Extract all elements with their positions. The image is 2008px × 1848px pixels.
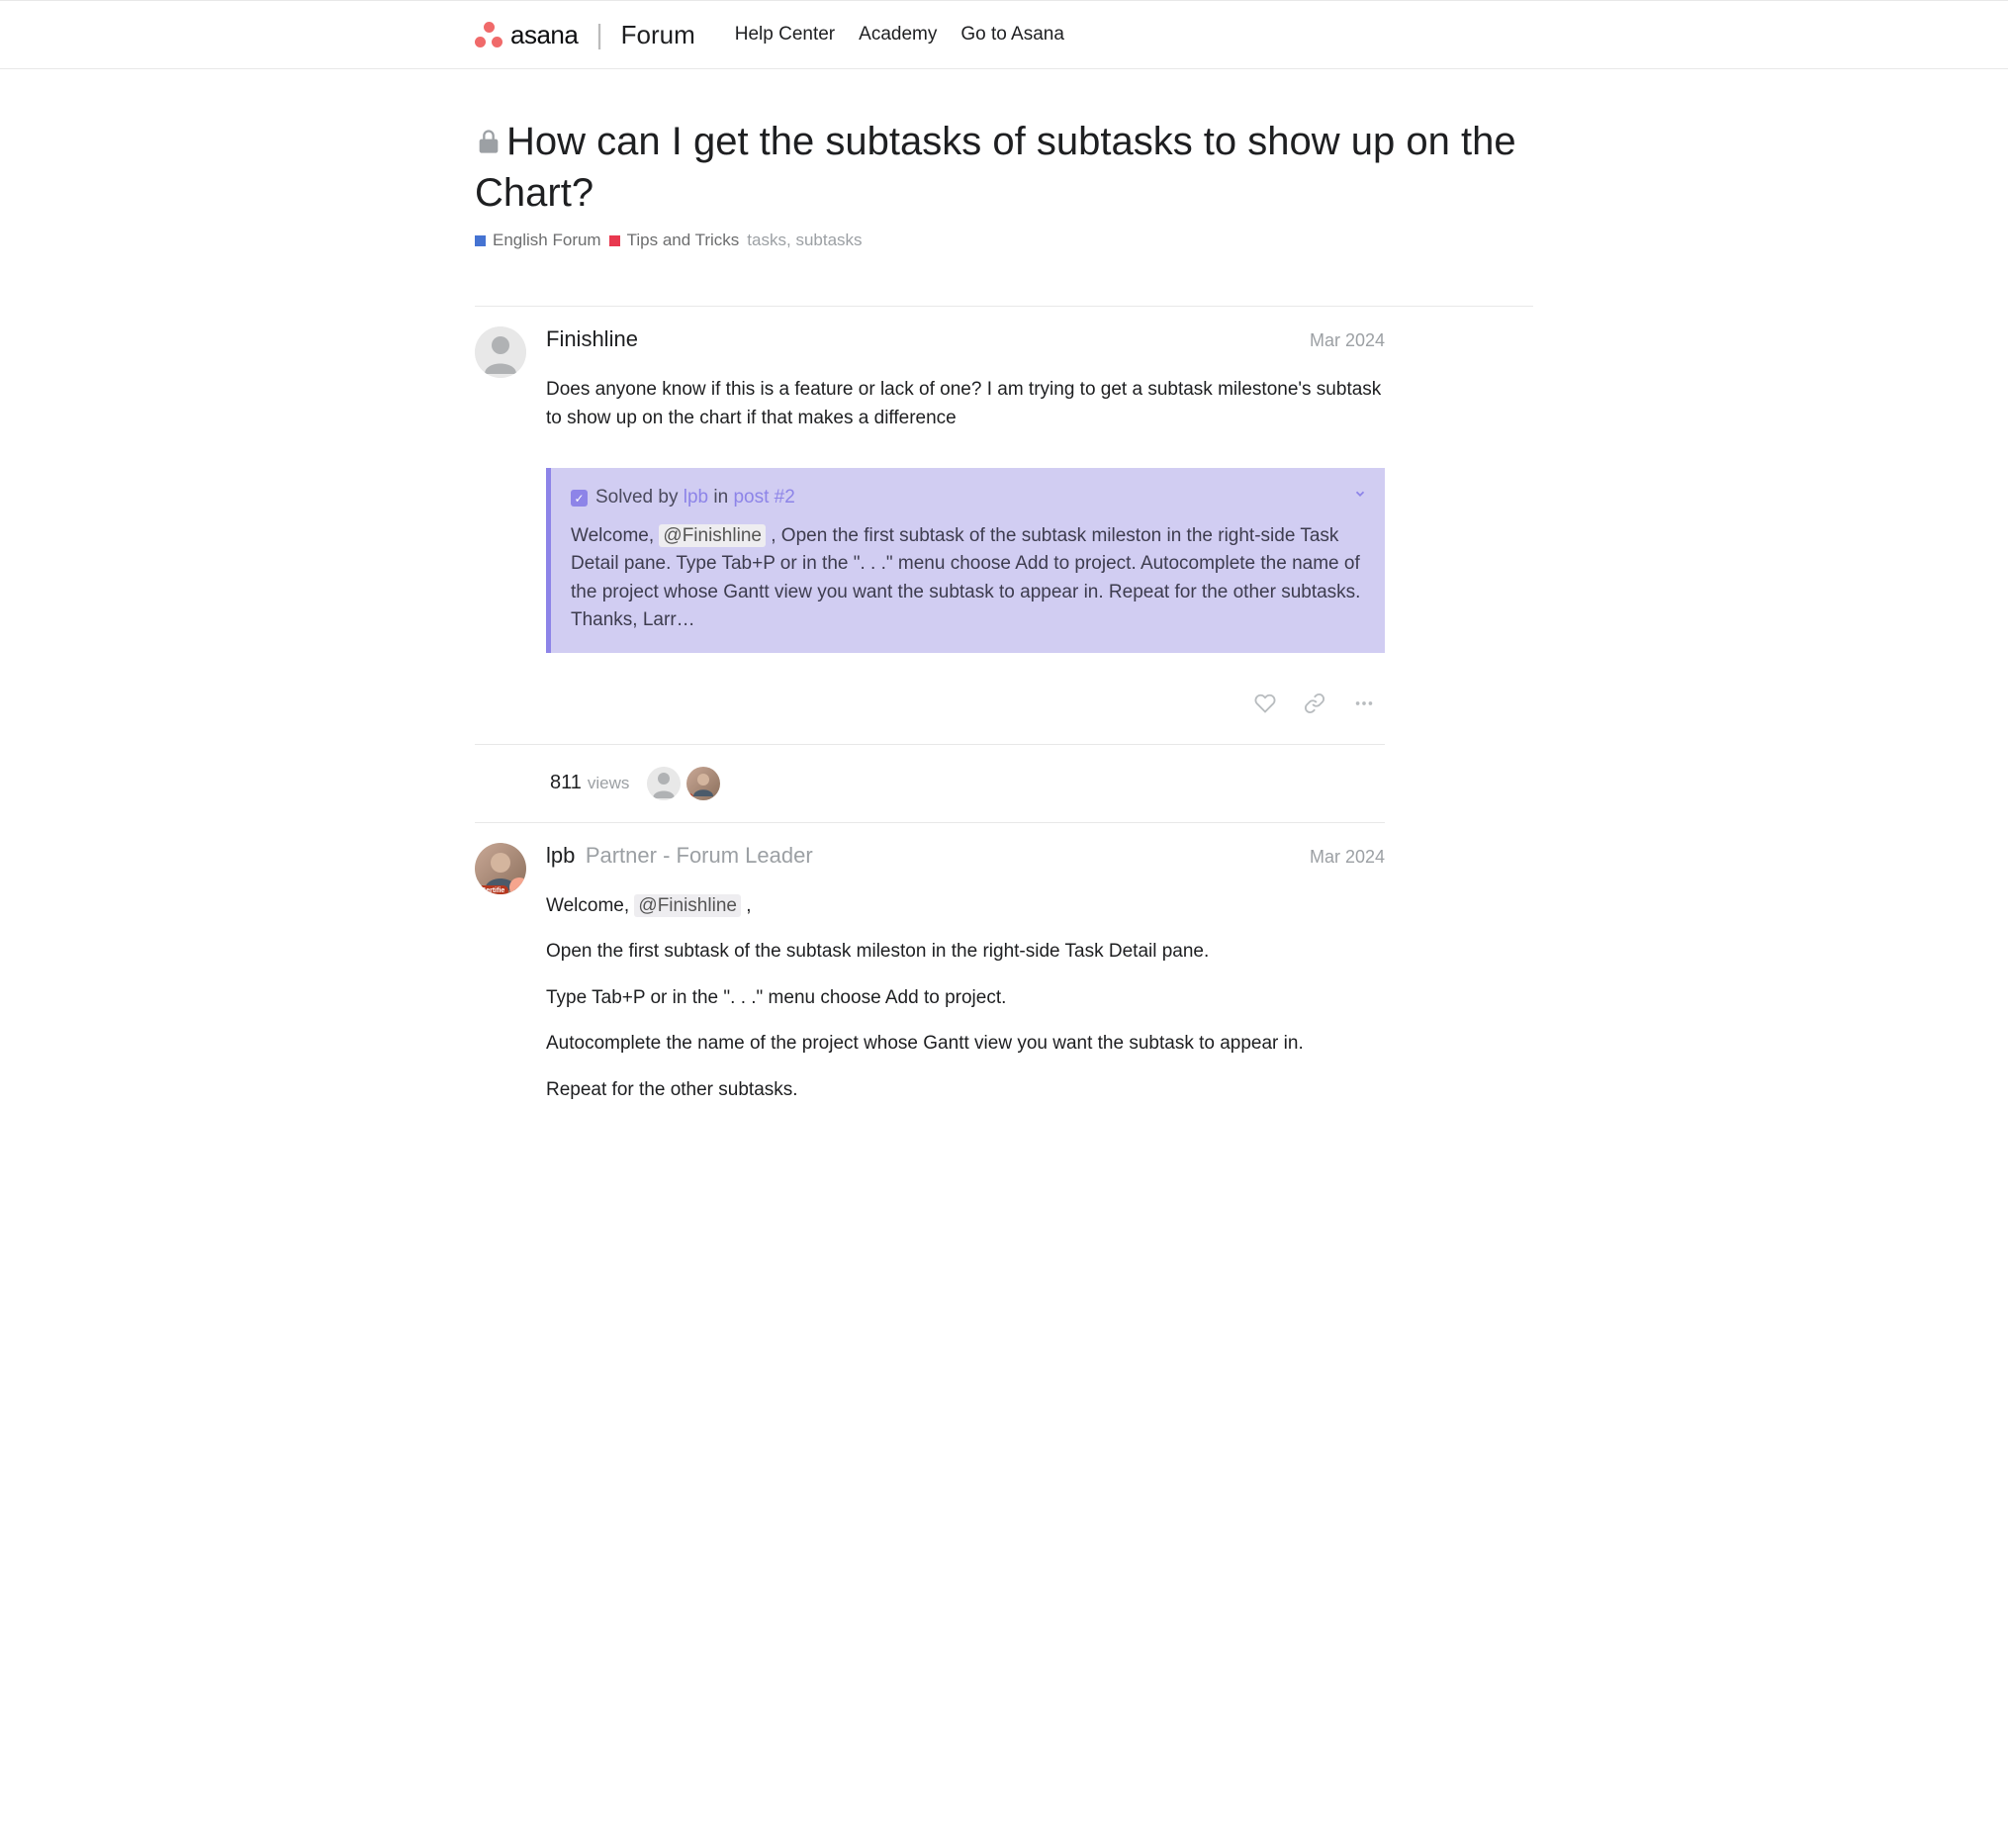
check-icon: ✓ <box>571 490 588 507</box>
post-text: Does anyone know if this is a feature or… <box>546 376 1385 432</box>
solved-welcome: Welcome, <box>571 525 659 546</box>
category-english-forum[interactable]: English Forum <box>475 231 601 250</box>
avatar-lpb[interactable]: ● Certifie <box>475 843 526 894</box>
post-header: lpb Partner - Forum Leader Mar 2024 <box>546 843 1385 869</box>
certified-badge-icon: ● <box>686 793 693 800</box>
post-date[interactable]: Mar 2024 <box>1310 330 1385 351</box>
status-dot-icon <box>509 878 526 894</box>
tag-tasks[interactable]: tasks <box>747 231 786 249</box>
topic-title: How can I get the subtasks of subtasks t… <box>475 117 1533 219</box>
asana-wordmark: asana <box>510 20 578 50</box>
category-label: Tips and Tricks <box>627 231 740 250</box>
participant-avatars: ● <box>647 767 720 800</box>
post-line: Type Tab+P or in the ". . ." menu choose… <box>546 984 1385 1013</box>
nav-help-center[interactable]: Help Center <box>735 24 835 46</box>
lock-icon <box>475 118 502 168</box>
chevron-down-icon[interactable] <box>1353 486 1367 507</box>
solved-preview: Welcome, @Finishline , Open the first su… <box>571 522 1365 635</box>
user-title: Partner - Forum Leader <box>586 843 813 868</box>
asana-dots-icon <box>475 22 502 47</box>
nav-go-to-asana[interactable]: Go to Asana <box>960 24 1064 46</box>
category-color-icon <box>609 235 620 246</box>
views-label: views <box>588 774 630 793</box>
heart-icon[interactable] <box>1254 693 1276 720</box>
category-tips-and-tricks[interactable]: Tips and Tricks <box>609 231 740 250</box>
post-actions <box>546 693 1385 720</box>
more-icon[interactable] <box>1353 693 1375 720</box>
mention[interactable]: @Finishline <box>659 524 766 547</box>
topic-title-text: How can I get the subtasks of subtasks t… <box>475 120 1516 215</box>
forum-label[interactable]: Forum <box>621 20 695 50</box>
views-count: 811 <box>550 772 582 794</box>
categories-row: English Forum Tips and Tricks tasks, sub… <box>475 231 1533 250</box>
post-content: Does anyone know if this is a feature or… <box>546 376 1385 653</box>
post-date[interactable]: Mar 2024 <box>1310 847 1385 868</box>
header-nav: Help Center Academy Go to Asana <box>735 24 1064 46</box>
category-label: English Forum <box>493 231 601 250</box>
post-content: Welcome, @Finishline , Open the first su… <box>546 892 1385 1105</box>
username[interactable]: lpb <box>546 843 575 868</box>
welcome-text: Welcome, <box>546 895 634 916</box>
solved-header: ✓ Solved by lpb in post #2 <box>571 484 1365 512</box>
post-line: Autocomplete the name of the project who… <box>546 1030 1385 1059</box>
username[interactable]: Finishline <box>546 326 638 352</box>
post-header: Finishline Mar 2024 <box>546 326 1385 352</box>
topic-stats: 811 views ● <box>475 744 1385 822</box>
mini-avatar-finishline[interactable] <box>647 767 681 800</box>
topic-tags: tasks, subtasks <box>747 231 862 250</box>
post-1: Finishline Mar 2024 Does anyone know if … <box>475 307 1385 720</box>
comma: , <box>741 895 752 916</box>
post-line: Open the first subtask of the subtask mi… <box>546 938 1385 967</box>
post-line: Welcome, @Finishline , <box>546 892 1385 921</box>
solver-link[interactable]: lpb <box>684 487 708 508</box>
tag-subtasks[interactable]: subtasks <box>795 231 862 249</box>
nav-academy[interactable]: Academy <box>859 24 937 46</box>
post-line: Repeat for the other subtasks. <box>546 1076 1385 1105</box>
logo-divider: | <box>595 19 602 50</box>
mention[interactable]: @Finishline <box>634 894 741 917</box>
link-icon[interactable] <box>1304 693 1325 720</box>
category-color-icon <box>475 235 486 246</box>
solved-post-link[interactable]: post #2 <box>733 487 794 508</box>
topic-title-row: How can I get the subtasks of subtasks t… <box>475 117 1533 219</box>
solved-in: in <box>708 487 733 508</box>
mini-avatar-lpb[interactable]: ● <box>686 767 720 800</box>
certified-badge-icon: ● Certifie <box>475 885 508 894</box>
logo-group[interactable]: asana | Forum <box>475 19 695 50</box>
post-2: ● Certifie lpb Partner - Forum Leader Ma… <box>475 823 1385 1123</box>
solved-prefix: Solved by <box>595 487 684 508</box>
solved-box[interactable]: ✓ Solved by lpb in post #2 Welcome, @Fin… <box>546 468 1385 653</box>
site-header: asana | Forum Help Center Academy Go to … <box>0 0 2008 69</box>
asana-logo[interactable]: asana <box>475 20 578 50</box>
avatar-finishline[interactable] <box>475 326 526 378</box>
